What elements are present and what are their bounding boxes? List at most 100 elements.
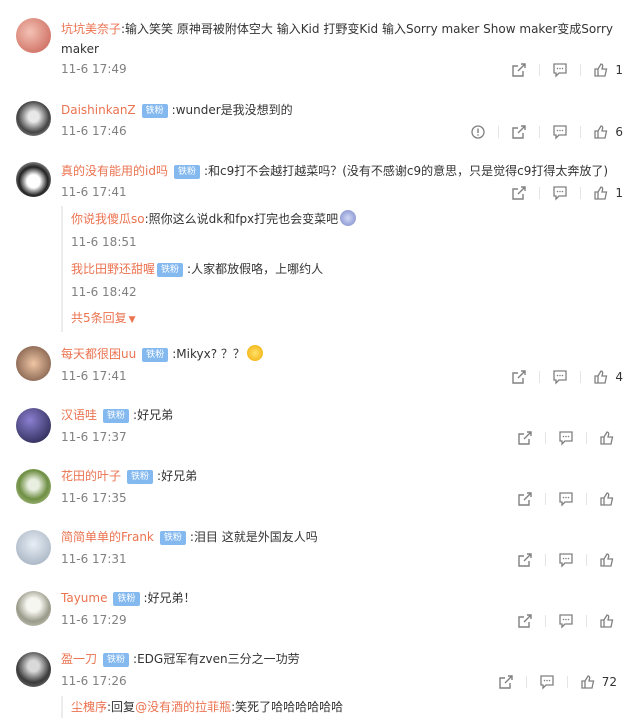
thumbs-up-icon: [599, 430, 615, 446]
emoji-icon: [340, 210, 357, 226]
reply-username[interactable]: 我比田野还甜喔: [71, 262, 155, 276]
like-button[interactable]: [599, 491, 615, 507]
reply-username[interactable]: 你说我傻瓜so: [71, 212, 145, 226]
username[interactable]: 坑坑美奈子: [61, 22, 121, 36]
username[interactable]: 盈一刀: [61, 652, 97, 666]
username[interactable]: 花田的叶子: [61, 469, 121, 483]
crying-emoji-icon: [246, 345, 263, 361]
timestamp: 11-6 17:41: [61, 185, 127, 199]
reply-item: 你说我傻瓜so:照你这么说dk和fpx打完也会变菜吧 11-6 18:51: [71, 209, 357, 249]
share-icon[interactable]: [511, 62, 527, 78]
reply-text: :照你这么说dk和fpx打完也会变菜吧: [144, 212, 339, 226]
more-replies-label: 共5条回复: [71, 311, 127, 325]
like-button[interactable]: 1: [593, 62, 623, 78]
comment-actions: 72: [498, 672, 617, 692]
share-icon[interactable]: [511, 124, 527, 140]
report-icon[interactable]: [470, 124, 486, 140]
comment-actions: [517, 428, 615, 448]
like-count: 1: [615, 186, 623, 200]
share-icon[interactable]: [511, 369, 527, 385]
username[interactable]: DaishinkanZ: [61, 103, 136, 117]
caret-down-icon: ▼: [128, 315, 136, 325]
comment-icon[interactable]: [552, 124, 568, 140]
reply-timestamp: 11-6 18:42: [71, 285, 137, 299]
avatar[interactable]: [16, 18, 51, 53]
like-count: 1: [615, 63, 623, 77]
avatar[interactable]: [16, 530, 51, 565]
like-button[interactable]: [599, 613, 615, 629]
like-button[interactable]: 72: [580, 674, 617, 690]
comment-text: :输入笑笑 原神哥被附体空大 输入Kid 打野变Kid 输入Sorry make…: [61, 22, 613, 56]
share-icon[interactable]: [511, 185, 527, 201]
fan-badge: 铁粉: [113, 592, 140, 606]
mention-link[interactable]: @没有酒的拉菲瓶: [135, 700, 231, 714]
comment-icon[interactable]: [552, 369, 568, 385]
reply-thread: 尘槐序:回复@没有酒的拉菲瓶:笑死了哈哈哈哈哈哈: [61, 696, 623, 718]
thumbs-up-icon: [593, 62, 609, 78]
thumbs-up-icon: [593, 369, 609, 385]
fan-badge: 铁粉: [103, 653, 130, 667]
comment-body: 每天都很困uu 铁粉:Mikyx? ？？: [61, 344, 621, 364]
share-icon[interactable]: [498, 674, 514, 690]
comment-icon[interactable]: [558, 491, 574, 507]
comment-text: :和c9打不会越打越菜吗？(没有不感谢c9的意思，只是觉得c9打得太奔放了): [203, 164, 609, 178]
username[interactable]: 简简单单的Frank: [61, 530, 154, 544]
comment-body: Tayume 铁粉:好兄弟！: [61, 588, 621, 608]
thumbs-up-icon: [599, 491, 615, 507]
fan-badge: 铁粉: [159, 531, 186, 545]
comment-icon[interactable]: [552, 185, 568, 201]
avatar[interactable]: [16, 162, 51, 197]
fan-badge: 铁粉: [157, 263, 184, 277]
comment-body: DaishinkanZ 铁粉:wunder是我没想到的: [61, 100, 621, 120]
reply-timestamp: 11-6 18:51: [71, 235, 137, 249]
comment-text: :泪目 这就是外国友人吗: [189, 530, 318, 544]
comment-body: 汉语哇 铁粉:好兄弟: [61, 405, 621, 425]
avatar[interactable]: [16, 408, 51, 443]
avatar[interactable]: [16, 469, 51, 504]
timestamp: 11-6 17:29: [61, 613, 127, 627]
comment-icon[interactable]: [552, 62, 568, 78]
timestamp: 11-6 17:26: [61, 674, 127, 688]
like-count: 6: [615, 125, 623, 139]
username[interactable]: 每天都很困uu: [61, 347, 136, 361]
share-icon[interactable]: [517, 491, 533, 507]
like-button[interactable]: 6: [593, 124, 623, 140]
comment-icon[interactable]: [558, 613, 574, 629]
like-button[interactable]: 4: [593, 369, 623, 385]
comment-icon[interactable]: [558, 430, 574, 446]
comment-actions: 1: [511, 183, 623, 203]
comment-text: :EDG冠军有zven三分之一功劳: [133, 652, 300, 666]
fan-badge: 铁粉: [142, 348, 169, 362]
comment-icon[interactable]: [558, 552, 574, 568]
comment-list: 坑坑美奈子:输入笑笑 原神哥被附体空大 输入Kid 打野变Kid 输入Sorry…: [0, 0, 639, 718]
like-button[interactable]: 1: [593, 185, 623, 201]
reply-text-continued: :笑死了哈哈哈哈哈哈: [231, 700, 344, 714]
username[interactable]: 汉语哇: [61, 408, 97, 422]
timestamp: 11-6 17:35: [61, 491, 127, 505]
like-button[interactable]: [599, 430, 615, 446]
comment-text: :好兄弟！: [143, 591, 196, 605]
avatar[interactable]: [16, 346, 51, 381]
avatar[interactable]: [16, 101, 51, 136]
comment-text: :wunder是我没想到的: [171, 103, 293, 117]
reply-username[interactable]: 尘槐序: [71, 700, 107, 714]
username[interactable]: 真的没有能用的id吗: [61, 164, 168, 178]
comment-actions: 1: [511, 60, 623, 80]
share-icon[interactable]: [517, 613, 533, 629]
avatar[interactable]: [16, 652, 51, 687]
like-count: 4: [615, 370, 623, 384]
fan-badge: 铁粉: [103, 409, 130, 423]
comment-actions: 6: [470, 122, 623, 142]
more-replies-link[interactable]: 共5条回复 ▼: [71, 309, 136, 326]
avatar[interactable]: [16, 591, 51, 626]
fan-badge: 铁粉: [173, 165, 200, 179]
comment-text: :好兄弟: [157, 469, 198, 483]
like-button[interactable]: [599, 552, 615, 568]
comment-icon[interactable]: [539, 674, 555, 690]
share-icon[interactable]: [517, 552, 533, 568]
fan-badge: 铁粉: [127, 470, 154, 484]
share-icon[interactable]: [517, 430, 533, 446]
reply-item: 我比田野还甜喔 铁粉:人家都放假咯，上哪约人 11-6 18:42: [71, 259, 323, 299]
comment-actions: [517, 611, 615, 631]
username[interactable]: Tayume: [61, 591, 107, 605]
